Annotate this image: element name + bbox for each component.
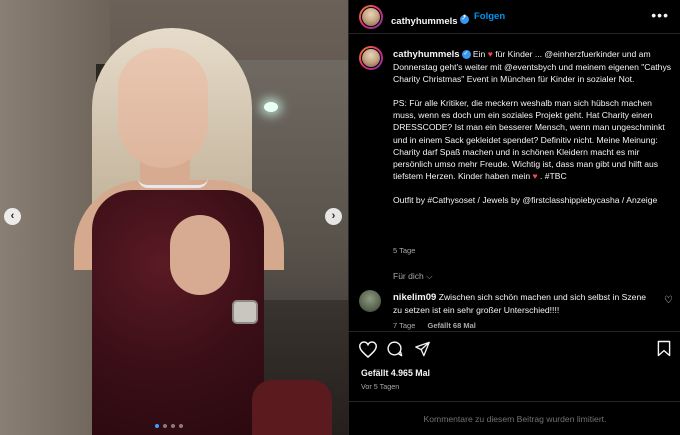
comments-limited-notice: Kommentare zu diesem Beitrag wurden limi…: [349, 401, 680, 435]
commenter-avatar[interactable]: [359, 290, 381, 312]
previous-slide-button[interactable]: ‹: [4, 208, 21, 225]
post-image[interactable]: ‹ ›: [0, 0, 348, 435]
necklace: [138, 178, 208, 188]
chevron-left-icon: ‹: [10, 210, 15, 222]
ceiling-light: [264, 102, 278, 112]
for-you-dropdown[interactable]: Für dich ⌵: [393, 271, 433, 282]
carousel-dot: [179, 424, 183, 428]
action-bar: Gefällt 4.965 Mal Vor 5 Tagen: [349, 331, 680, 401]
comments-section[interactable]: cathyhummels ✓ Ein ♥ für Kinder ... @einh…: [349, 35, 680, 331]
carousel-dot: [155, 424, 159, 428]
handbag: [252, 380, 332, 435]
next-slide-button[interactable]: ›: [325, 208, 342, 225]
follow-button[interactable]: Folgen: [474, 11, 505, 22]
comment-icon[interactable]: [386, 340, 403, 357]
chevron-right-icon: ›: [331, 210, 336, 222]
likes-count[interactable]: Gefällt 4.965 Mal: [361, 368, 430, 378]
more-options-icon[interactable]: •••: [651, 7, 669, 23]
bookmark-icon[interactable]: [657, 340, 671, 357]
author-username[interactable]: cathyhummels ✓: [391, 11, 469, 29]
carousel-dot: [163, 424, 167, 428]
avatar[interactable]: [359, 5, 383, 29]
model-face: [118, 48, 208, 168]
chevron-down-icon: ⌵: [426, 271, 433, 281]
comment: nikelim09 Zwischen sich schön machen und…: [393, 292, 647, 315]
post-header: cathyhummels ✓ • Folgen •••: [349, 0, 680, 34]
caption-credits: Outfit by #Cathysoset / Jewels by @first…: [393, 194, 658, 205]
post-timestamp: Vor 5 Tagen: [361, 382, 400, 391]
separator-dot: •: [463, 11, 467, 21]
comment-likes[interactable]: Gefällt 68 Mal: [427, 321, 475, 330]
post-details-panel: cathyhummels ✓ • Folgen ••• cathyhummels ✓…: [348, 0, 680, 435]
model-hand: [170, 215, 230, 295]
carousel-indicator: [155, 424, 183, 428]
post-caption: cathyhummels ✓ Ein ♥ für Kinder ... @einh…: [393, 49, 672, 205]
wristwatch: [232, 300, 258, 324]
verified-badge-icon: ✓: [461, 50, 471, 60]
comment-like-heart-icon[interactable]: ♡: [664, 295, 673, 306]
comment-meta: 7 Tage Gefällt 68 Mal: [393, 321, 486, 330]
caption-username[interactable]: cathyhummels: [393, 49, 460, 60]
caption-timestamp: 5 Tage: [393, 246, 416, 255]
caption-avatar[interactable]: [359, 46, 383, 70]
commenter-username[interactable]: nikelim09: [393, 292, 436, 303]
heart-icon[interactable]: [359, 341, 377, 358]
carousel-dot: [171, 424, 175, 428]
comment-timestamp: 7 Tage: [393, 321, 416, 330]
share-icon[interactable]: [414, 341, 431, 357]
